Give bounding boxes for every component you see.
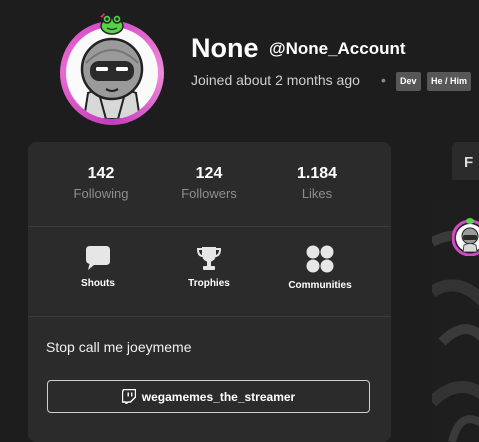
shouts-label: Shouts	[81, 278, 115, 289]
avatar-ring	[60, 21, 164, 125]
following-count: 142	[87, 165, 115, 182]
trophies-button[interactable]: Trophies	[164, 244, 254, 289]
twitch-username: wegamemes_the_streamer	[141, 389, 296, 404]
following-label: Following	[73, 186, 129, 201]
communities-icon	[306, 245, 334, 273]
stat-following[interactable]: 142 Following	[56, 165, 146, 201]
dev-badge: Dev	[396, 72, 421, 91]
post-preview-card[interactable]	[432, 202, 479, 442]
user-handle: @None_Account	[269, 39, 406, 58]
communities-button[interactable]: Communities	[275, 244, 365, 291]
profile-card: 142 Following 124 Followers 1.184 Likes …	[28, 142, 391, 442]
likes-label: Likes	[301, 186, 333, 201]
likes-count: 1.184	[296, 165, 338, 182]
communities-label: Communities	[288, 280, 352, 291]
profile-avatar[interactable]	[60, 13, 164, 125]
post-author-avatar	[452, 218, 479, 256]
separator-dot: •	[381, 72, 386, 88]
profile-bio: Stop call me joeymeme	[46, 339, 192, 355]
trophies-label: Trophies	[188, 278, 230, 289]
pronoun-badge: He / Him	[427, 72, 472, 91]
stat-followers[interactable]: 124 Followers	[164, 165, 254, 201]
stat-likes[interactable]: 1.184 Likes	[272, 165, 362, 201]
shouts-button[interactable]: Shouts	[53, 244, 143, 289]
feed-tab[interactable]: F	[452, 142, 479, 180]
robot-character-icon	[80, 37, 144, 119]
actions-divider	[28, 316, 391, 317]
stats-divider	[28, 226, 391, 227]
speech-bubble-icon	[86, 246, 110, 270]
followers-count: 124	[195, 165, 223, 182]
twitch-link-button[interactable]: wegamemes_the_streamer	[47, 380, 370, 413]
twitch-icon	[121, 389, 136, 404]
followers-label: Followers	[181, 186, 237, 201]
frog-decoration-icon	[100, 13, 124, 35]
avatar-image	[66, 27, 158, 119]
display-name: None	[191, 33, 259, 63]
trophy-icon	[196, 247, 222, 270]
joined-date: Joined about 2 months ago	[191, 72, 360, 88]
